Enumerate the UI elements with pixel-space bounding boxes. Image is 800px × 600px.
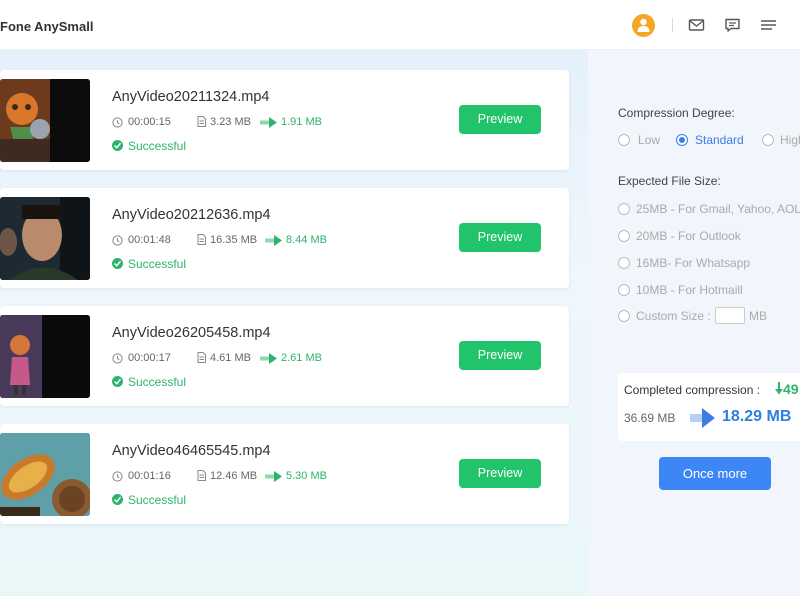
duration: 00:01:48 [128, 234, 171, 246]
check-icon [112, 376, 123, 387]
arrow-right-icon [690, 408, 716, 433]
compression-result: Completed compression : 49 36.69 MB 18.2… [618, 373, 800, 441]
once-more-button[interactable]: Once more [659, 457, 771, 490]
file-card: AnyVideo20212636.mp4 00:01:48 16.35 MB 8… [0, 188, 569, 288]
compressed-size: 8.44 MB [286, 234, 327, 246]
radio-button[interactable] [618, 310, 630, 322]
video-thumbnail[interactable] [0, 79, 90, 162]
file-icon [197, 470, 206, 484]
duration: 00:00:17 [128, 352, 171, 364]
clock-icon [112, 353, 123, 367]
mail-icon[interactable] [688, 17, 705, 33]
completed-label: Completed compression : [624, 383, 761, 397]
feedback-icon[interactable] [724, 17, 741, 33]
file-card: AnyVideo26205458.mp4 00:00:17 4.61 MB 2.… [0, 306, 569, 406]
file-icon [197, 352, 206, 366]
compressed-total: 18.29 MB [722, 408, 792, 425]
radio-button[interactable] [618, 257, 630, 269]
preview-button[interactable]: Preview [459, 105, 541, 134]
compressed-size: 1.91 MB [281, 116, 322, 128]
preview-button[interactable]: Preview [459, 223, 541, 252]
video-thumbnail[interactable] [0, 315, 90, 398]
file-icon [197, 234, 206, 248]
status-text: Successful [128, 375, 187, 389]
original-size: 3.23 MB [210, 116, 251, 128]
duration: 00:00:15 [128, 116, 171, 128]
radio-button-selected[interactable] [676, 134, 688, 146]
percent-value: 49 [783, 381, 799, 397]
original-total: 36.69 MB [624, 411, 676, 425]
arrow-right-icon [260, 117, 278, 131]
clock-icon [112, 235, 123, 249]
arrow-right-icon [265, 235, 283, 249]
file-card: AnyVideo46465545.mp4 00:01:16 12.46 MB 5… [0, 424, 569, 524]
file-name: AnyVideo20212636.mp4 [112, 207, 271, 223]
custom-size-input[interactable] [715, 307, 745, 324]
menu-icon[interactable] [760, 17, 777, 33]
down-arrow-icon [775, 382, 783, 395]
file-list: AnyVideo20211324.mp4 00:00:15 3.23 MB 1.… [0, 50, 588, 595]
radio-button[interactable] [618, 203, 630, 215]
duration: 00:01:16 [128, 470, 171, 482]
video-thumbnail[interactable] [0, 433, 90, 516]
status-text: Successful [128, 139, 187, 153]
preview-button[interactable]: Preview [459, 341, 541, 370]
bottom-border [0, 595, 800, 600]
check-icon [112, 258, 123, 269]
app-title: Fone AnySmall [0, 19, 94, 34]
original-size: 16.35 MB [210, 234, 258, 246]
file-name: AnyVideo26205458.mp4 [112, 325, 271, 341]
radio-button[interactable] [762, 134, 774, 146]
original-size: 12.46 MB [210, 470, 258, 482]
file-name: AnyVideo20211324.mp4 [112, 89, 270, 105]
user-avatar-icon[interactable] [632, 14, 655, 37]
radio-button[interactable] [618, 230, 630, 242]
compressed-size: 2.61 MB [281, 352, 322, 364]
status-text: Successful [128, 257, 187, 271]
file-icon [197, 116, 206, 130]
video-thumbnail[interactable] [0, 197, 90, 280]
title-bar: Fone AnySmall [0, 0, 800, 50]
expected-size-label: Expected File Size: [618, 174, 721, 188]
settings-panel: Compression Degree: Low Standard High Ex… [588, 50, 800, 595]
original-size: 4.61 MB [210, 352, 251, 364]
radio-button[interactable] [618, 134, 630, 146]
radio-button[interactable] [618, 284, 630, 296]
check-icon [112, 140, 123, 151]
compressed-size: 5.30 MB [286, 470, 327, 482]
preview-button[interactable]: Preview [459, 459, 541, 488]
custom-size-unit: MB [749, 309, 767, 323]
clock-icon [112, 471, 123, 485]
check-icon [112, 494, 123, 505]
arrow-right-icon [265, 471, 283, 485]
arrow-right-icon [260, 353, 278, 367]
file-card: AnyVideo20211324.mp4 00:00:15 3.23 MB 1.… [0, 70, 569, 170]
status-text: Successful [128, 493, 187, 507]
percent-reduction: 49 [775, 381, 799, 397]
compression-degree-label: Compression Degree: [618, 106, 735, 120]
file-name: AnyVideo46465545.mp4 [112, 443, 271, 459]
clock-icon [112, 117, 123, 131]
header-divider [672, 18, 673, 32]
